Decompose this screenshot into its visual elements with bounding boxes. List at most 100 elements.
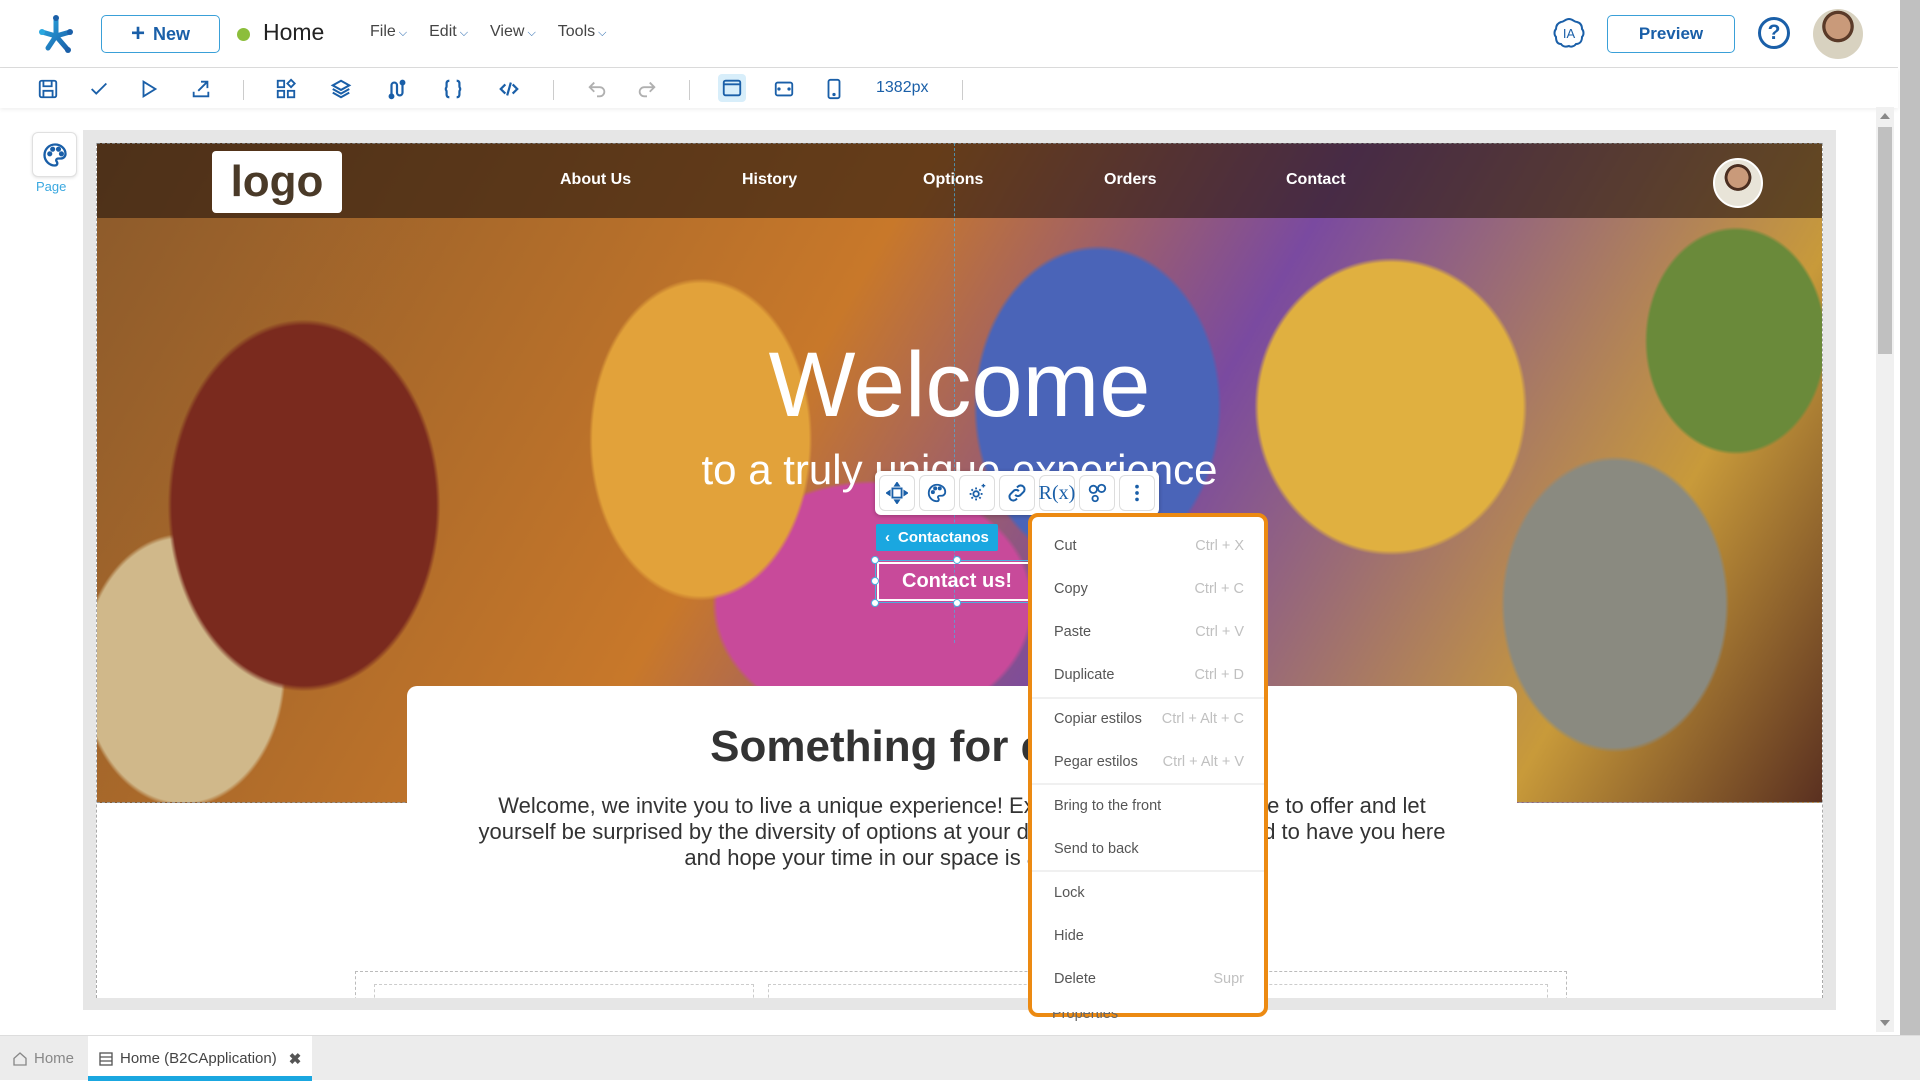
resize-handle[interactable] [871, 556, 879, 564]
connections-icon[interactable] [1079, 475, 1115, 511]
menu-item-label: Hide [1054, 927, 1084, 944]
menu-item-label: Bring to the front [1054, 797, 1162, 814]
resize-handle[interactable] [953, 599, 961, 607]
tab-home-label: Home [34, 1050, 75, 1067]
menu-item-duplicate[interactable]: Duplicate Ctrl + D [1032, 653, 1264, 696]
layers-icon[interactable] [328, 76, 354, 102]
tab-home[interactable]: Home [12, 1036, 74, 1081]
selected-component-label[interactable]: ‹ Contactanos [876, 524, 998, 551]
toolbar-divider [689, 80, 690, 100]
page-icon [99, 1051, 113, 1066]
scroll-up-icon[interactable] [1880, 113, 1890, 119]
close-icon[interactable]: ✖ [289, 1050, 302, 1068]
components-icon[interactable] [273, 76, 299, 102]
menu-item-paste[interactable]: Paste Ctrl + V [1032, 610, 1264, 653]
site-logo[interactable]: logo [212, 151, 342, 213]
menu-view[interactable]: View ⌵ [490, 23, 536, 41]
flow-icon[interactable] [384, 76, 410, 102]
content-column[interactable] [374, 984, 754, 998]
menu-item-shortcut: Ctrl + Alt + C [1161, 710, 1244, 727]
chevron-down-icon: ⌵ [598, 27, 607, 39]
menu-file[interactable]: File ⌵ [370, 23, 407, 41]
nav-contact[interactable]: Contact [1286, 171, 1346, 189]
braces-icon[interactable] [440, 76, 466, 102]
link-icon[interactable] [999, 475, 1035, 511]
menu-tools[interactable]: Tools ⌵ [558, 23, 607, 41]
undo-icon[interactable] [584, 76, 610, 102]
palette-icon[interactable] [919, 475, 955, 511]
tablet-view-icon[interactable] [771, 76, 797, 102]
menu-item-shortcut: Ctrl + V [1195, 623, 1244, 640]
site-header[interactable]: logo About Us History Options Orders Con… [97, 143, 1822, 218]
menu-item-copy-styles[interactable]: Copiar estilos Ctrl + Alt + C [1032, 697, 1264, 740]
menu-item-send-back[interactable]: Send to back [1032, 827, 1264, 870]
component-toolbar: R(x) [875, 471, 1159, 515]
page-frame[interactable]: logo About Us History Options Orders Con… [96, 143, 1823, 998]
scrollbar-thumb[interactable] [1878, 127, 1892, 354]
menu-item-bring-front[interactable]: Bring to the front [1032, 784, 1264, 827]
toolbar-divider [243, 80, 244, 100]
ai-assistant-icon[interactable]: IA [1552, 16, 1586, 50]
app-logo-icon[interactable] [36, 14, 76, 54]
nav-history[interactable]: History [742, 171, 797, 189]
mobile-view-icon[interactable] [821, 76, 847, 102]
resize-handle[interactable] [871, 599, 879, 607]
more-vertical-icon[interactable] [1119, 475, 1155, 511]
menu-item-label: Pegar estilos [1054, 753, 1138, 770]
window-scrollbar[interactable] [1900, 0, 1920, 1035]
palette-icon [42, 142, 67, 167]
menu-item-label: Send to back [1054, 840, 1139, 857]
site-user-avatar[interactable] [1713, 158, 1763, 208]
canvas-width-readout: 1382px [876, 79, 929, 96]
contact-us-button[interactable]: Contact us! [877, 562, 1037, 601]
scroll-down-icon[interactable] [1880, 1020, 1890, 1026]
menu-item-shortcut: Ctrl + Alt + V [1162, 753, 1244, 770]
rules-icon[interactable]: R(x) [1039, 475, 1075, 511]
menu-item-label: Cut [1054, 537, 1077, 554]
check-icon[interactable] [86, 76, 112, 102]
export-icon[interactable] [188, 76, 214, 102]
hero-title[interactable]: Welcome [97, 333, 1822, 438]
menu-item-paste-styles[interactable]: Pegar estilos Ctrl + Alt + V [1032, 740, 1264, 783]
tab-home-b2c[interactable]: Home (B2CApplication) ✖ [88, 1036, 312, 1081]
menu-item-label: Paste [1054, 623, 1092, 640]
menu-item-delete[interactable]: Delete Supr [1032, 957, 1264, 1000]
redo-icon[interactable] [634, 76, 660, 102]
menu-view-label: View [490, 23, 525, 40]
content-container[interactable] [355, 971, 1567, 998]
page-styles-button[interactable] [32, 132, 77, 177]
card-title[interactable]: Something for everyone [407, 722, 1517, 772]
menu-bar: File ⌵ Edit ⌵ View ⌵ Tools ⌵ [370, 23, 606, 41]
new-button[interactable]: + New [101, 15, 220, 53]
intro-card[interactable]: Something for everyone Welcome, we invit… [407, 686, 1517, 998]
canvas-scrollbar[interactable] [1876, 107, 1894, 1032]
top-bar: + New Home File ⌵ Edit ⌵ View ⌵ Tools ⌵ IA P… [0, 0, 1898, 68]
preview-button[interactable]: Preview [1607, 15, 1735, 53]
home-icon [13, 1051, 27, 1066]
code-icon[interactable] [496, 76, 522, 102]
menu-item-cut[interactable]: Cut Ctrl + X [1032, 524, 1264, 567]
tab-label: Home (B2CApplication) [120, 1050, 277, 1067]
resize-handle[interactable] [871, 577, 879, 585]
play-icon[interactable] [136, 76, 162, 102]
menu-item-label: Lock [1054, 884, 1085, 901]
menu-item-lock[interactable]: Lock [1032, 871, 1264, 914]
nav-orders[interactable]: Orders [1104, 171, 1156, 189]
save-icon[interactable] [35, 76, 61, 102]
page-label: Page [36, 179, 67, 194]
menu-item-shortcut: Supr [1213, 970, 1244, 987]
chevron-down-icon: ⌵ [527, 27, 536, 39]
nav-about-us[interactable]: About Us [560, 171, 631, 189]
settings-icon[interactable] [959, 475, 995, 511]
menu-item-copy[interactable]: Copy Ctrl + C [1032, 567, 1264, 610]
user-avatar[interactable] [1813, 9, 1863, 59]
card-text[interactable]: Welcome, we invite you to live a unique … [467, 793, 1457, 871]
move-icon[interactable] [879, 475, 915, 511]
help-icon[interactable]: ? [1758, 17, 1790, 49]
menu-item-hide[interactable]: Hide [1032, 914, 1264, 957]
menu-edit[interactable]: Edit ⌵ [429, 23, 468, 41]
menu-item-label: Duplicate [1054, 666, 1115, 683]
resize-handle[interactable] [953, 556, 961, 564]
desktop-view-icon[interactable] [718, 74, 746, 102]
toolbar-divider [962, 80, 963, 100]
